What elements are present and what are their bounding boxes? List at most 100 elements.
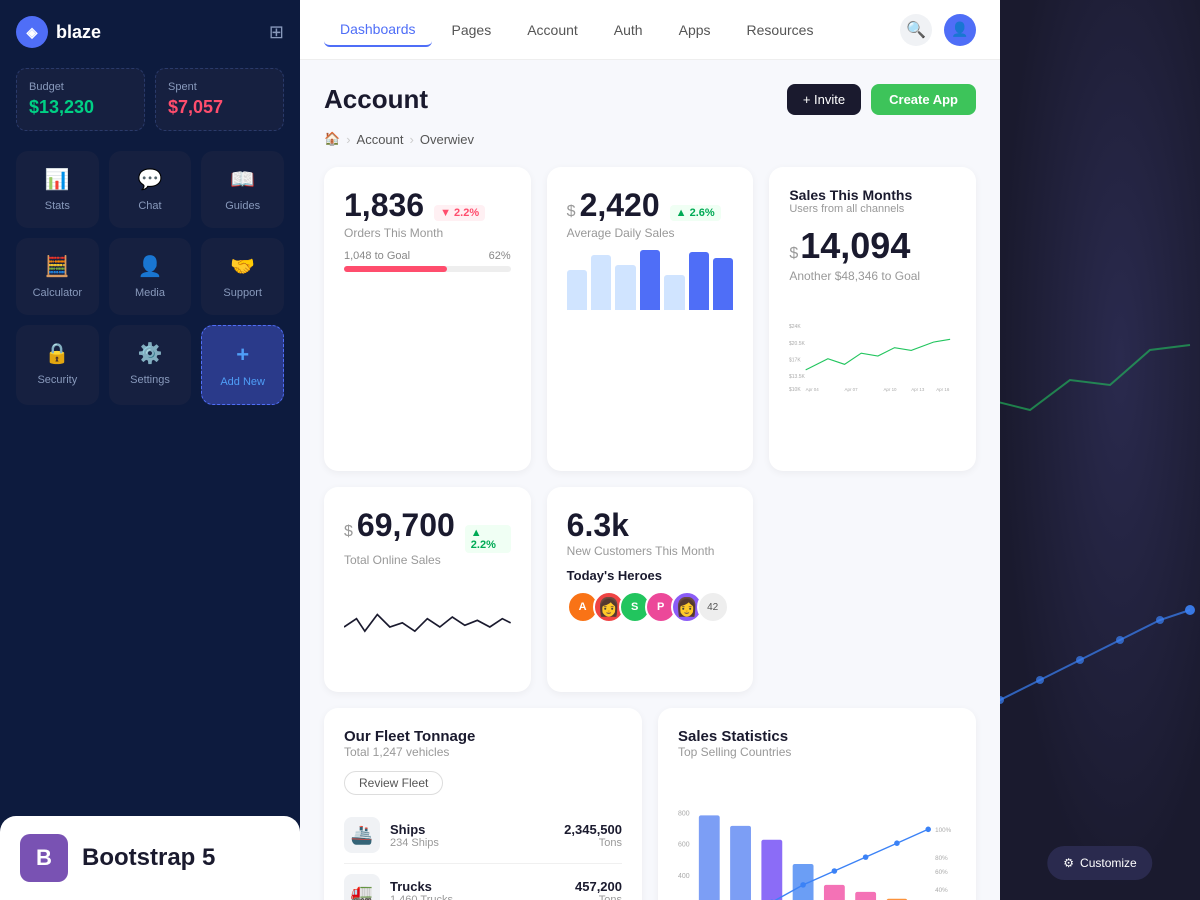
create-app-button[interactable]: Create App <box>871 84 976 115</box>
search-button[interactable]: 🔍 <box>900 14 932 46</box>
user-avatar[interactable]: 👤 <box>944 14 976 46</box>
sidebar-logo: ◈ blaze <box>16 16 101 48</box>
daily-chart <box>567 250 734 310</box>
svg-text:Apr 10: Apr 10 <box>884 387 898 392</box>
heroes-more: 42 <box>697 591 729 623</box>
topnav-apps[interactable]: Apps <box>663 14 727 46</box>
svg-text:Apr 13: Apr 13 <box>912 387 926 392</box>
add-new-label: Add New <box>220 376 265 388</box>
add-new-icon: + <box>236 342 249 368</box>
invite-button[interactable]: + Invite <box>787 84 861 115</box>
review-fleet-button[interactable]: Review Fleet <box>344 771 443 795</box>
breadcrumb-overview: Overwiev <box>420 132 474 147</box>
new-customers-card: 6.3k New Customers This Month Today's He… <box>547 487 754 692</box>
daily-label: Average Daily Sales <box>567 226 734 240</box>
progress-labels: 1,048 to Goal 62% <box>344 250 511 262</box>
progress-bg <box>344 266 511 272</box>
ships-amount: 2,345,500 <box>564 822 622 837</box>
online-value: 69,700 <box>357 507 455 544</box>
fleet-title: Our Fleet Tonnage <box>344 728 622 745</box>
topnav-dashboards[interactable]: Dashboards <box>324 13 432 47</box>
sidebar: ◈ blaze ⊞ Budget $13,230 Spent $7,057 📊 … <box>0 0 300 900</box>
nav-item-chat[interactable]: 💬 Chat <box>109 151 192 228</box>
trucks-unit: Tons <box>575 894 622 900</box>
customers-label: New Customers This Month <box>567 544 734 558</box>
daily-badge: ▲ 2.6% <box>670 205 721 221</box>
settings-label: Settings <box>130 374 170 386</box>
fleet-row-ships: 🚢 Ships 234 Ships 2,345,500 Tons <box>344 807 622 864</box>
topnav-auth[interactable]: Auth <box>598 14 659 46</box>
nav-item-add-new[interactable]: + Add New <box>201 325 284 405</box>
spent-value: $7,057 <box>168 97 271 118</box>
stats-row-1: 1,836 ▼ 2.2% Orders This Month 1,048 to … <box>324 167 976 471</box>
breadcrumb-account[interactable]: Account <box>357 132 404 147</box>
security-label: Security <box>37 374 77 386</box>
online-prefix: $ <box>344 523 353 541</box>
sales-prefix: $ <box>789 245 798 263</box>
ships-info: Ships 234 Ships <box>390 822 554 849</box>
fleet-card: Our Fleet Tonnage Total 1,247 vehicles R… <box>324 708 642 900</box>
customers-value: 6.3k <box>567 507 629 543</box>
content-area: Account + Invite Create App 🏠 › Account … <box>300 60 1000 900</box>
menu-icon[interactable]: ⊞ <box>269 22 284 43</box>
nav-item-security[interactable]: 🔒 Security <box>16 325 99 405</box>
svg-text:$10K: $10K <box>789 387 801 393</box>
nav-item-support[interactable]: 🤝 Support <box>201 238 284 315</box>
nav-item-settings[interactable]: ⚙️ Settings <box>109 325 192 405</box>
orders-badge: ▼ 2.2% <box>434 205 485 221</box>
svg-text:40%: 40% <box>935 887 948 894</box>
topnav-resources[interactable]: Resources <box>731 14 830 46</box>
calculator-icon: 🧮 <box>45 254 70 279</box>
trucks-amount: 457,200 <box>575 879 622 894</box>
svg-text:400: 400 <box>678 873 690 880</box>
ships-name: Ships <box>390 822 554 837</box>
bar-2 <box>591 255 611 310</box>
wavy-chart <box>344 587 511 667</box>
bottom-section: Our Fleet Tonnage Total 1,247 vehicles R… <box>324 708 976 900</box>
svg-text:Apr 07: Apr 07 <box>845 387 859 392</box>
settings-icon: ⚙️ <box>138 341 163 366</box>
progress-pct-label: 62% <box>489 250 511 262</box>
orders-value: 1,836 <box>344 187 424 224</box>
bar-6 <box>689 252 709 310</box>
sales-chart-svg: $24K $20.5K $17K $13.5K $10K Apr 04 Apr … <box>789 291 956 421</box>
nav-item-guides[interactable]: 📖 Guides <box>201 151 284 228</box>
customize-button[interactable]: ⚙ Customize <box>1047 846 1152 880</box>
page-title: Account <box>324 84 428 115</box>
heroes-section: Today's Heroes A 👩 S P 👩 42 <box>567 568 734 623</box>
guides-icon: 📖 <box>230 167 255 192</box>
sales-stats-card: Sales Statistics Top Selling Countries 8… <box>658 708 976 900</box>
ships-sub: 234 Ships <box>390 837 554 849</box>
customize-icon: ⚙ <box>1063 856 1074 870</box>
sales-title: Sales This Months <box>789 187 956 203</box>
nav-item-calculator[interactable]: 🧮 Calculator <box>16 238 99 315</box>
fleet-row-trucks: 🚛 Trucks 1,460 Trucks 457,200 Tons <box>344 864 622 900</box>
budget-value: $13,230 <box>29 97 132 118</box>
bootstrap-icon: B <box>20 834 68 882</box>
online-badge: ▲ 2.2% <box>465 525 511 553</box>
guides-label: Guides <box>225 200 260 212</box>
trucks-name: Trucks <box>390 879 565 894</box>
topnav-account[interactable]: Account <box>511 14 594 46</box>
budget-card: Budget $13,230 <box>16 68 145 131</box>
security-icon: 🔒 <box>45 341 70 366</box>
svg-text:Apr 16: Apr 16 <box>937 387 951 392</box>
svg-text:$13.5K: $13.5K <box>789 374 806 380</box>
nav-item-media[interactable]: 👤 Media <box>109 238 192 315</box>
sales-stats-chart: 800 600 400 200 <box>678 771 956 900</box>
daily-prefix: $ <box>567 203 576 221</box>
page-actions: + Invite Create App <box>787 84 976 115</box>
topnav-pages[interactable]: Pages <box>436 14 508 46</box>
chat-label: Chat <box>138 200 161 212</box>
nav-item-stats[interactable]: 📊 Stats <box>16 151 99 228</box>
trucks-icon: 🚛 <box>344 874 380 900</box>
sales-subtitle: Users from all channels <box>789 203 956 215</box>
stats-row-2: $ 69,700 ▲ 2.2% Total Online Sales 6.3k … <box>324 487 976 692</box>
calculator-label: Calculator <box>33 287 83 299</box>
svg-text:80%: 80% <box>935 855 948 862</box>
daily-value: 2,420 <box>580 187 660 224</box>
sales-stats-title: Sales Statistics <box>678 728 956 745</box>
budget-label: Budget <box>29 81 132 93</box>
breadcrumb-home[interactable]: 🏠 <box>324 131 340 147</box>
sidebar-header: ◈ blaze ⊞ <box>16 16 284 48</box>
